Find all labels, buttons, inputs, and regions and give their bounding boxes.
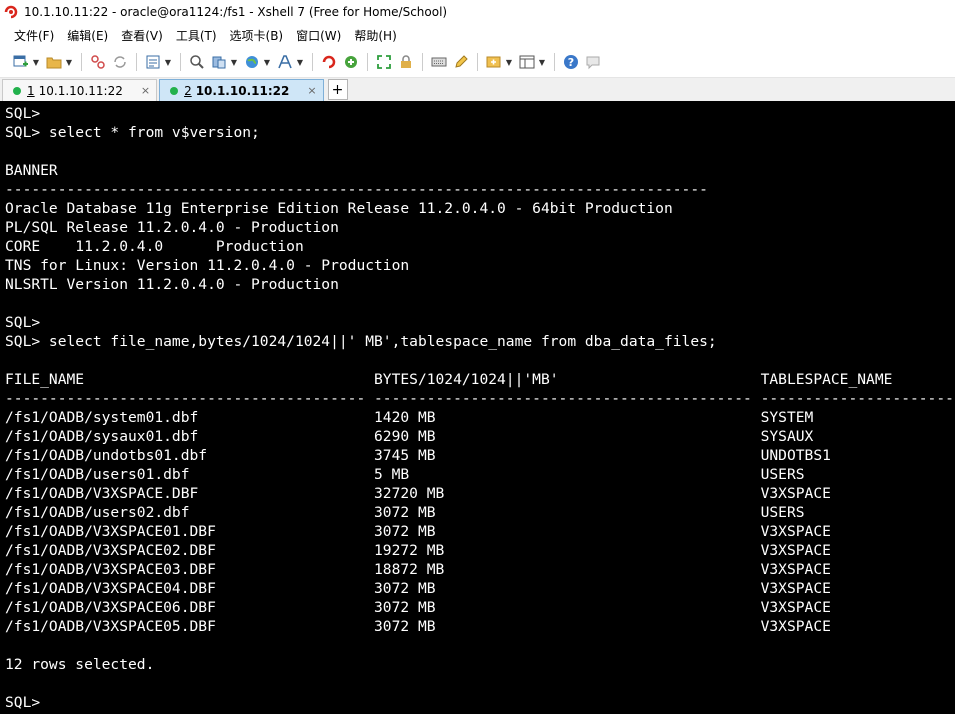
chevron-down-icon[interactable]: ▼: [32, 53, 40, 71]
connected-status-icon: [170, 86, 179, 95]
chevron-down-icon[interactable]: ▼: [538, 53, 546, 71]
terminal-line: Oracle Database 11g Enterprise Edition R…: [5, 200, 673, 217]
terminal-line: /fs1/OADB/users01.dbf 5 MB USERS: [5, 466, 805, 483]
terminal-line: /fs1/OADB/V3XSPACE02.DBF 19272 MB V3XSPA…: [5, 542, 831, 559]
help-icon[interactable]: ?: [562, 53, 580, 71]
transfer-icon[interactable]: [210, 53, 228, 71]
terminal-line: /fs1/OADB/V3XSPACE05.DBF 3072 MB V3XSPAC…: [5, 618, 831, 635]
disconnect-icon[interactable]: [89, 53, 107, 71]
terminal-line: SQL>: [5, 694, 41, 711]
terminal-line: TNS for Linux: Version 11.2.0.4.0 - Prod…: [5, 257, 410, 274]
terminal-line: 12 rows selected.: [5, 656, 155, 673]
menu-file[interactable]: 文件(F): [14, 27, 54, 44]
new-tab-button[interactable]: +: [327, 79, 348, 100]
xshell-logo-icon: [4, 5, 18, 18]
chevron-down-icon[interactable]: ▼: [164, 53, 172, 71]
tab-number: 2: [184, 83, 192, 98]
session-tab-1[interactable]: 1 10.1.10.11:22 ×: [2, 79, 158, 101]
terminal-text: SQL> SQL> select * from v$version; BANNE…: [0, 101, 955, 712]
terminal-line: /fs1/OADB/V3XSPACE01.DBF 3072 MB V3XSPAC…: [5, 523, 831, 540]
terminal-line: SQL> select file_name,bytes/1024/1024||'…: [5, 333, 717, 350]
tab-label: 10.1.10.11:22: [38, 83, 123, 98]
lock-icon[interactable]: [397, 53, 415, 71]
terminal-line: ----------------------------------------…: [5, 390, 955, 407]
toolbar-divider: [422, 53, 423, 71]
terminal-line: SQL> select * from v$version;: [5, 124, 260, 141]
terminal-line: /fs1/OADB/V3XSPACE06.DBF 3072 MB V3XSPAC…: [5, 599, 831, 616]
close-icon[interactable]: ×: [307, 84, 316, 97]
terminal-line: CORE 11.2.0.4.0 Production: [5, 238, 304, 255]
terminal-line: SQL>: [5, 105, 41, 122]
toolbar-divider: [136, 53, 137, 71]
terminal-line: /fs1/OADB/undotbs01.dbf 3745 MB UNDOTBS1: [5, 447, 831, 464]
terminal-line: /fs1/OADB/V3XSPACE04.DBF 3072 MB V3XSPAC…: [5, 580, 831, 597]
menu-help[interactable]: 帮助(H): [354, 27, 396, 44]
terminal-line: /fs1/OADB/system01.dbf 1420 MB SYSTEM: [5, 409, 814, 426]
terminal-line: NLSRTL Version 11.2.0.4.0 - Production: [5, 276, 339, 293]
toolbar-divider: [367, 53, 368, 71]
layout-icon[interactable]: [518, 53, 536, 71]
terminal-line: /fs1/OADB/sysaux01.dbf 6290 MB SYSAUX: [5, 428, 814, 445]
window-title: 10.1.10.11:22 - oracle@ora1124:/fs1 - Xs…: [24, 4, 448, 19]
properties-icon[interactable]: [144, 53, 162, 71]
svg-text:?: ?: [568, 56, 574, 69]
terminal-line: /fs1/OADB/V3XSPACE03.DBF 18872 MB V3XSPA…: [5, 561, 831, 578]
toolbar-divider: [81, 53, 82, 71]
terminal-line: PL/SQL Release 11.2.0.4.0 - Production: [5, 219, 339, 236]
xmanager-icon[interactable]: [342, 53, 360, 71]
terminal-line: FILE_NAME BYTES/1024/1024||'MB' TABLESPA…: [5, 371, 893, 388]
toolbar-divider: [554, 53, 555, 71]
new-session-icon[interactable]: [12, 53, 30, 71]
menu-tabs[interactable]: 选项卡(B): [230, 27, 284, 44]
globe-icon[interactable]: [243, 53, 261, 71]
add-tab-icon[interactable]: [485, 53, 503, 71]
terminal-line: /fs1/OADB/V3XSPACE.DBF 32720 MB V3XSPACE: [5, 485, 831, 502]
tab-number: 1: [27, 83, 35, 98]
search-icon[interactable]: [188, 53, 206, 71]
session-tab-2[interactable]: 2 10.1.10.11:22 ×: [159, 79, 324, 101]
menu-view[interactable]: 查看(V): [121, 27, 163, 44]
menu-edit[interactable]: 编辑(E): [67, 27, 108, 44]
toolbar-divider: [312, 53, 313, 71]
terminal-output[interactable]: SQL> SQL> select * from v$version; BANNE…: [0, 101, 955, 714]
chevron-down-icon[interactable]: ▼: [505, 53, 513, 71]
open-folder-icon[interactable]: [45, 53, 63, 71]
title-bar: 10.1.10.11:22 - oracle@ora1124:/fs1 - Xs…: [0, 0, 955, 23]
terminal-line: /fs1/OADB/users02.dbf 3072 MB USERS: [5, 504, 805, 521]
terminal-line: BANNER: [5, 162, 58, 179]
menu-bar: 文件(F) 编辑(E) 查看(V) 工具(T) 选项卡(B) 窗口(W) 帮助(…: [0, 23, 955, 47]
xftp-icon[interactable]: [320, 53, 338, 71]
tab-bar: 1 10.1.10.11:22 × 2 10.1.10.11:22 × +: [0, 78, 955, 102]
keyboard-icon[interactable]: [430, 53, 448, 71]
connected-status-icon: [13, 86, 21, 95]
toolbar-divider: [477, 53, 478, 71]
close-icon[interactable]: ×: [141, 84, 150, 97]
toolbar-divider: [180, 53, 181, 71]
reconnect-icon[interactable]: [111, 53, 129, 71]
menu-tools[interactable]: 工具(T): [176, 27, 217, 44]
compose-icon[interactable]: [452, 53, 470, 71]
terminal-line: ----------------------------------------…: [5, 181, 708, 198]
chevron-down-icon[interactable]: ▼: [296, 53, 304, 71]
toolbar: ▼ ▼ ▼ ▼ ▼ ▼ ▼ ▼ ?: [0, 47, 955, 78]
terminal-line: SQL>: [5, 314, 41, 331]
chevron-down-icon[interactable]: ▼: [230, 53, 238, 71]
chevron-down-icon[interactable]: ▼: [263, 53, 271, 71]
tab-label: 10.1.10.11:22: [195, 83, 290, 98]
fullscreen-icon[interactable]: [375, 53, 393, 71]
chat-icon[interactable]: [584, 53, 602, 71]
menu-window[interactable]: 窗口(W): [296, 27, 341, 44]
chevron-down-icon[interactable]: ▼: [65, 53, 73, 71]
font-icon[interactable]: [276, 53, 294, 71]
